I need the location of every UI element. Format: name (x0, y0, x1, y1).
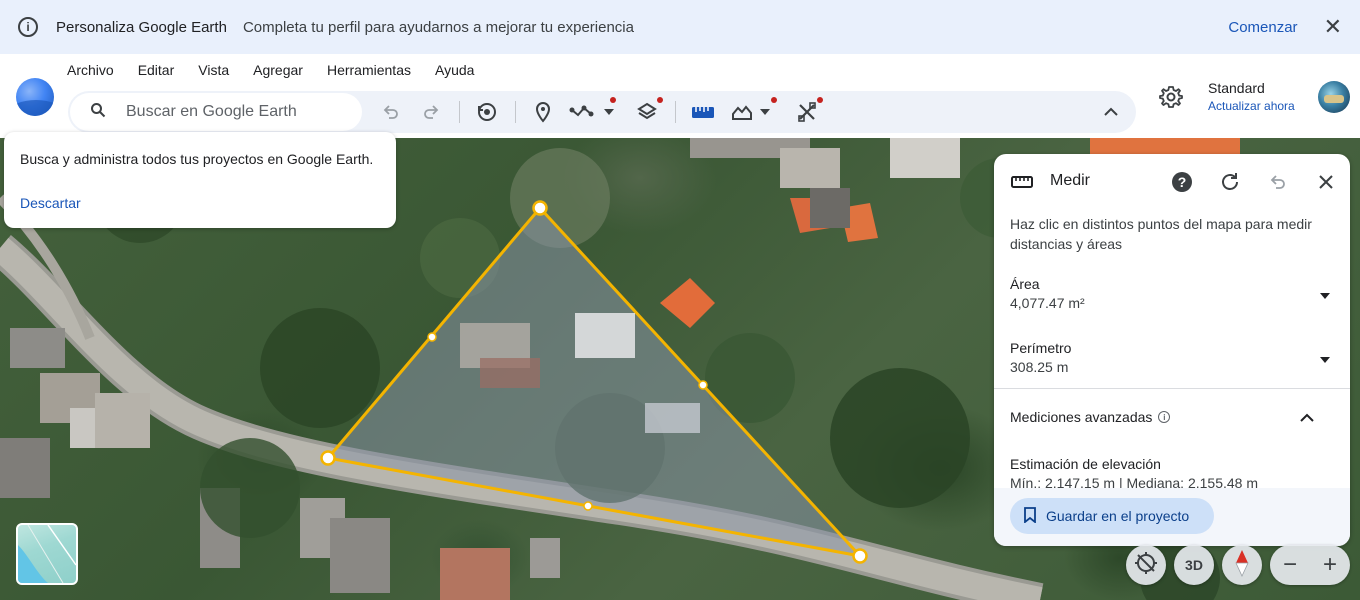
banner-title: Personaliza Google Earth (56, 18, 227, 36)
advanced-info-icon[interactable]: i (1158, 411, 1171, 423)
search-icon (90, 102, 106, 123)
projects-tooltip: Busca y administra todos tus proyectos e… (4, 132, 396, 228)
zoom-in-button[interactable]: + (1310, 545, 1350, 585)
close-icon[interactable] (1314, 170, 1338, 194)
menu-archivo[interactable]: Archivo (67, 62, 114, 78)
placemark-icon[interactable] (529, 98, 557, 126)
perimeter-dropdown-icon[interactable] (1320, 350, 1330, 368)
area-value: 4,077.47 m² (1010, 295, 1085, 311)
zoom-out-button[interactable]: − (1270, 545, 1310, 585)
zoom-control: − + (1270, 545, 1350, 585)
menu-ayuda[interactable]: Ayuda (435, 62, 474, 78)
tools-notification-dot (817, 97, 823, 103)
account-info: Standard Actualizar ahora (1208, 80, 1295, 113)
measure-title: Medir (1050, 172, 1091, 189)
save-to-project-label: Guardar en el proyecto (1046, 508, 1190, 524)
panel-divider (994, 388, 1350, 389)
undo-icon[interactable] (377, 98, 405, 126)
collapse-toolbar-icon[interactable] (1097, 98, 1125, 126)
toolbar (68, 91, 1136, 133)
banner-text: Completa tu perfil para ayudarnos a mejo… (242, 18, 634, 36)
dismiss-button[interactable]: Descartar (20, 195, 81, 211)
minimap[interactable] (16, 523, 78, 585)
svg-text:?: ? (1178, 174, 1187, 190)
upgrade-link[interactable]: Actualizar ahora (1208, 99, 1295, 113)
elevation-label: Estimación de elevación (1010, 456, 1161, 472)
tilt-reset-icon (1134, 551, 1158, 580)
bookmark-icon (1024, 506, 1036, 526)
area-dropdown-icon[interactable] (1320, 286, 1330, 304)
save-to-project-button[interactable]: Guardar en el proyecto (1010, 498, 1214, 534)
elevation-notification-dot (771, 97, 777, 103)
history-icon[interactable] (473, 98, 501, 126)
banner-start-button[interactable]: Comenzar (1228, 19, 1297, 36)
info-icon: i (18, 17, 38, 37)
toolbar-divider (675, 101, 676, 123)
3d-toggle-button[interactable]: 3D (1174, 545, 1214, 585)
layers-icon[interactable] (633, 97, 663, 126)
compass-button[interactable] (1222, 545, 1262, 585)
measure-panel-footer: Guardar en el proyecto (994, 488, 1350, 546)
path-dropdown-icon[interactable] (601, 98, 617, 126)
settings-gear-icon[interactable] (1158, 84, 1184, 115)
google-earth-logo[interactable] (16, 78, 54, 116)
area-row[interactable]: Área 4,077.47 m² (1010, 276, 1334, 311)
menu-agregar[interactable]: Agregar (253, 62, 303, 78)
compass-icon (1235, 549, 1249, 582)
menu-editar[interactable]: Editar (138, 62, 175, 78)
chevron-up-icon[interactable] (1300, 410, 1314, 428)
menu-vista[interactable]: Vista (198, 62, 229, 78)
advanced-measurements-toggle[interactable]: Mediciones avanzadas i (1010, 409, 1171, 425)
perimeter-value: 308.25 m (1010, 359, 1069, 375)
search-box (70, 93, 362, 131)
reset-icon[interactable] (1218, 170, 1242, 194)
undo-measure-icon[interactable] (1266, 170, 1290, 194)
avatar[interactable] (1318, 81, 1350, 113)
tools-icon[interactable] (793, 97, 823, 126)
reset-tilt-button[interactable] (1126, 545, 1166, 585)
menu-herramientas[interactable]: Herramientas (327, 62, 411, 78)
perimeter-row[interactable]: Perímetro 308.25 m (1010, 340, 1334, 375)
path-icon[interactable] (568, 97, 616, 126)
measure-panel: Medir ? Haz clic en distintos puntos del… (994, 154, 1350, 546)
toolbar-divider (515, 101, 516, 123)
ruler-icon (1010, 170, 1034, 194)
search-input[interactable] (126, 103, 356, 121)
redo-icon[interactable] (417, 98, 445, 126)
area-label: Área (1010, 276, 1040, 292)
tooltip-text: Busca y administra todos tus proyectos e… (20, 151, 374, 167)
perimeter-label: Perímetro (1010, 340, 1072, 356)
app-header: Archivo Editar Vista Agregar Herramienta… (0, 54, 1360, 138)
elevation-profile-icon[interactable] (728, 98, 756, 126)
elevation-row[interactable]: Estimación de elevación Mín.: 2.147.15 m… (1010, 456, 1334, 495)
elevation-dropdown-icon[interactable] (757, 97, 777, 126)
3d-label: 3D (1185, 557, 1203, 573)
toolbar-divider (459, 101, 460, 123)
menu-bar: Archivo Editar Vista Agregar Herramienta… (67, 62, 498, 78)
personalize-banner: i Personaliza Google Earth Completa tu p… (0, 0, 1360, 54)
measure-panel-header: Medir ? (994, 154, 1350, 210)
plan-label: Standard (1208, 80, 1265, 96)
banner-close-icon[interactable]: ✕ (1324, 16, 1342, 38)
ruler-icon[interactable] (689, 98, 717, 126)
measure-description: Haz clic en distintos puntos del mapa pa… (1010, 216, 1312, 252)
help-icon[interactable]: ? (1170, 170, 1194, 194)
advanced-label: Mediciones avanzadas (1010, 409, 1153, 425)
layers-notification-dot (657, 97, 663, 103)
